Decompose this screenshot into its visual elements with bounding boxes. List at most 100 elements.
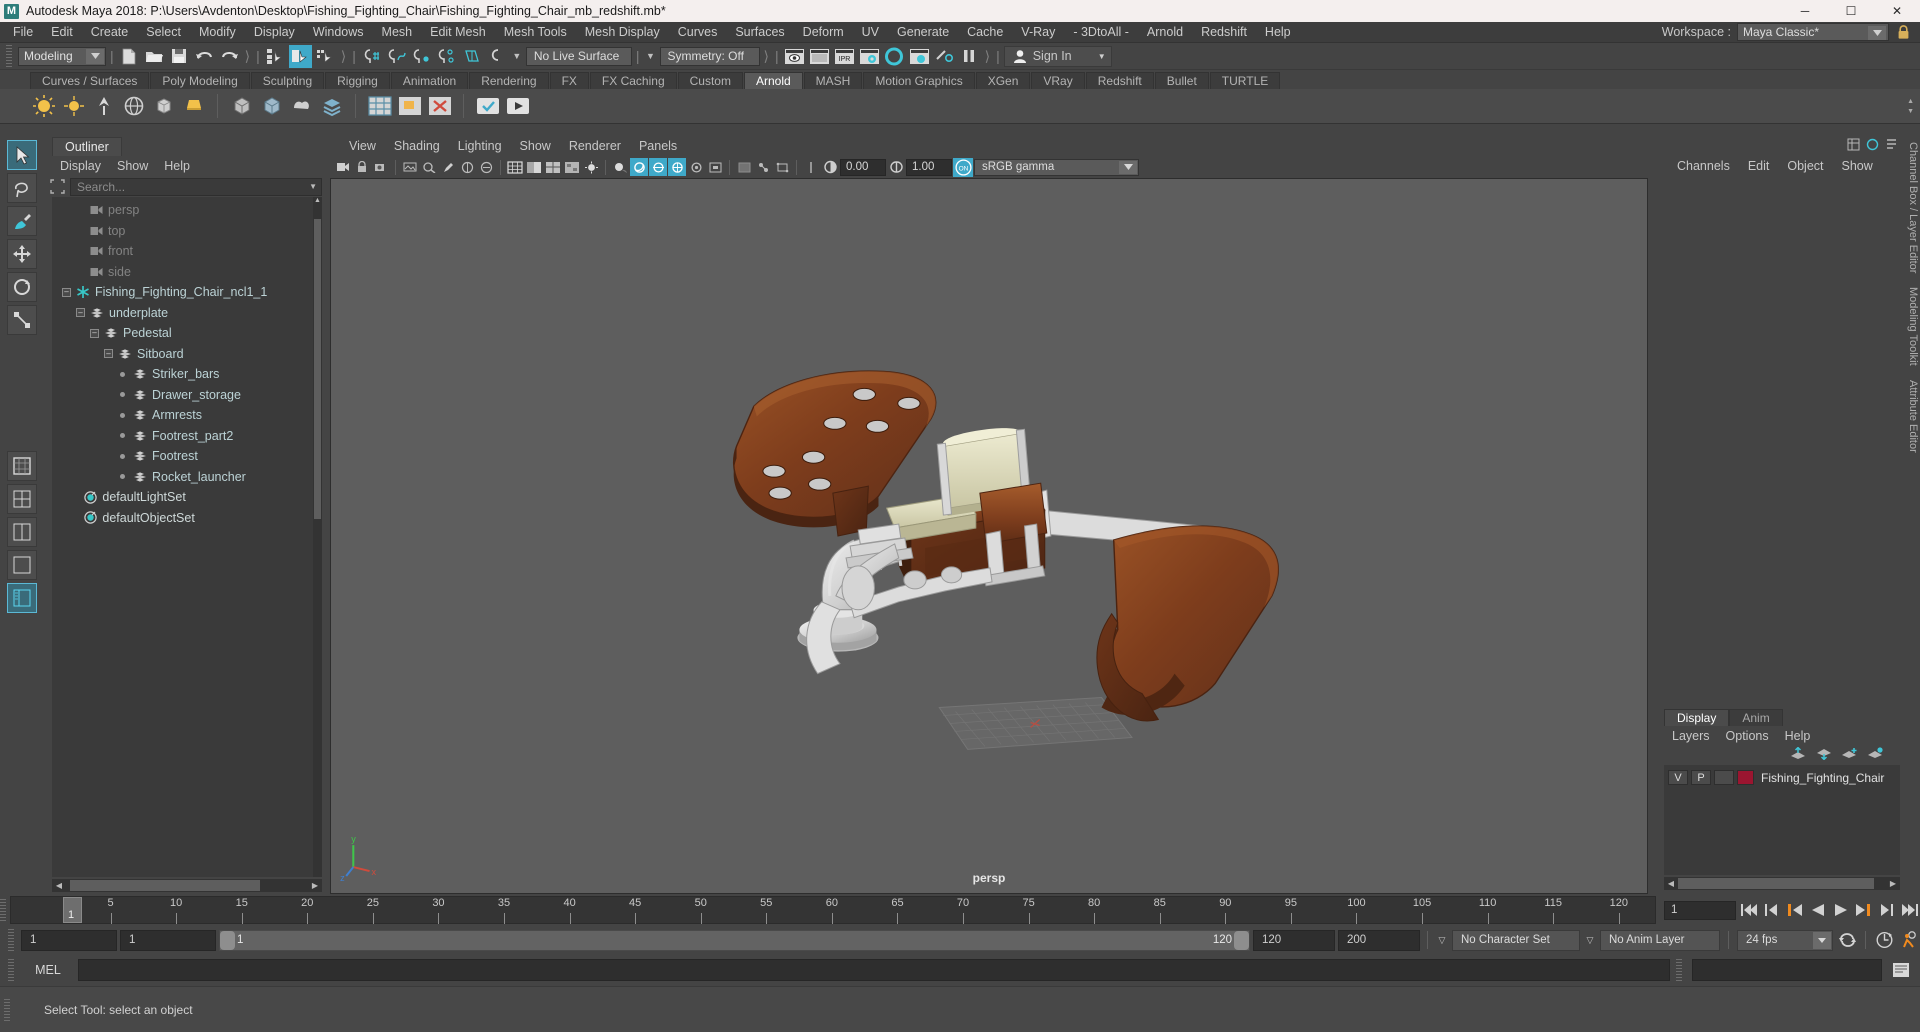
- scroll-right-icon[interactable]: ▶: [1886, 877, 1900, 890]
- scroll-right-icon[interactable]: ▶: [308, 879, 322, 892]
- select-by-object-type-icon[interactable]: [288, 44, 312, 68]
- select-by-hierarchy-icon[interactable]: [264, 45, 287, 68]
- menu-help[interactable]: Help: [1777, 728, 1819, 744]
- isolate-select-icon[interactable]: [706, 158, 724, 176]
- view-cube-button[interactable]: [7, 451, 37, 481]
- four-view-layout-button[interactable]: [7, 484, 37, 514]
- range-start-handle[interactable]: [220, 930, 235, 950]
- scrollbar-thumb[interactable]: [314, 219, 321, 519]
- shelf-tab-mash[interactable]: MASH: [803, 72, 863, 89]
- menu-object[interactable]: Object: [1778, 158, 1832, 174]
- animation-end-time-field[interactable]: 200: [1338, 929, 1420, 951]
- arnold-flush-cache-icon[interactable]: [474, 93, 501, 120]
- menu-edit-mesh[interactable]: Edit Mesh: [421, 23, 495, 41]
- arnold-standin-icon[interactable]: [228, 93, 255, 120]
- outliner-item-fishing-fighting-chair-ncl1-1[interactable]: – Fishing_Fighting_Chair_ncl1_1: [52, 282, 322, 303]
- symmetry-field[interactable]: Symmetry: Off: [659, 46, 760, 66]
- animation-start-time-field[interactable]: 1: [21, 929, 117, 951]
- character-set-field[interactable]: No Character Set: [1452, 929, 1580, 951]
- layer-color-swatch[interactable]: [1737, 770, 1754, 785]
- two-pane-layout-button[interactable]: [7, 517, 37, 547]
- menu-3dtoall[interactable]: - 3DtoAll -: [1064, 23, 1138, 41]
- menu-shading[interactable]: Shading: [385, 138, 449, 154]
- two-d-pan-zoom-icon[interactable]: [420, 158, 438, 176]
- tab-attribute-editor[interactable]: Attribute Editor: [1907, 380, 1919, 453]
- time-slider[interactable]: 1 5 10 15 20 25 30 35 40 45 50 55 60 65 70 75 80 85 90 95 1…: [10, 896, 1656, 924]
- snap-to-grid-icon[interactable]: [360, 45, 383, 68]
- menu-layers[interactable]: Layers: [1664, 728, 1718, 744]
- exposure-adjust-icon[interactable]: [821, 158, 839, 176]
- select-by-component-type-icon[interactable]: [314, 45, 337, 68]
- outliner-item-armrests[interactable]: Armrests: [52, 405, 322, 426]
- shelf-tab-custom[interactable]: Custom: [677, 72, 743, 89]
- new-layer-from-selected-icon[interactable]: [1867, 747, 1884, 763]
- channel-box-content[interactable]: [1664, 178, 1900, 708]
- exposure-field[interactable]: 0.00: [840, 158, 886, 176]
- menu-options[interactable]: Options: [1718, 728, 1777, 744]
- menu-generate[interactable]: Generate: [888, 23, 958, 41]
- command-response-field[interactable]: [1692, 959, 1882, 981]
- exposure-gamma-toggle-icon[interactable]: [802, 158, 820, 176]
- outliner-tree[interactable]: persp top front side – Fishing_Fighting_Chair…: [52, 197, 322, 877]
- menu-edit[interactable]: Edit: [1739, 158, 1779, 174]
- screen-space-ao-icon[interactable]: [630, 158, 648, 176]
- chevron-down-icon[interactable]: ▼: [309, 182, 317, 191]
- step-forward-keyframe-icon[interactable]: [1877, 899, 1897, 921]
- menu-show[interactable]: Show: [109, 158, 156, 174]
- tab-channel-box-layer-editor[interactable]: Channel Box / Layer Editor: [1907, 142, 1919, 273]
- layer-list-horizontal-scrollbar[interactable]: ◀ ▶: [1664, 877, 1900, 890]
- arnold-photometric-light-icon[interactable]: [180, 93, 207, 120]
- menu-mesh[interactable]: Mesh: [373, 23, 422, 41]
- tree-collapse-toggle[interactable]: –: [104, 349, 113, 359]
- shelf-tab-poly-modeling[interactable]: Poly Modeling: [150, 72, 250, 89]
- menu-set-select[interactable]: Modeling: [18, 46, 106, 66]
- arnold-scene-source-icon[interactable]: [318, 93, 345, 120]
- display-layer-row[interactable]: V P Fishing_Fighting_Chair: [1664, 768, 1900, 787]
- open-scene-icon[interactable]: [143, 45, 166, 68]
- grease-pencil-icon[interactable]: [439, 158, 457, 176]
- scrollbar-thumb[interactable]: [70, 880, 260, 891]
- shadows-icon[interactable]: [611, 158, 629, 176]
- move-tool-button[interactable]: [7, 239, 37, 269]
- step-back-frame-icon[interactable]: [1785, 899, 1805, 921]
- outliner-item-footrest-part2[interactable]: Footrest_part2: [52, 426, 322, 447]
- outliner-persp-layout-button[interactable]: [7, 583, 37, 613]
- lock-icon[interactable]: [1894, 23, 1912, 41]
- tree-collapse-toggle[interactable]: –: [76, 308, 85, 318]
- scale-tool-button[interactable]: [7, 305, 37, 335]
- outliner-horizontal-scrollbar[interactable]: ◀ ▶: [52, 879, 322, 892]
- menu-windows[interactable]: Windows: [304, 23, 373, 41]
- outliner-item-drawer-storage[interactable]: Drawer_storage: [52, 385, 322, 406]
- workspace-select[interactable]: Maya Classic*: [1737, 23, 1889, 41]
- gamma-field[interactable]: 1.00: [906, 158, 952, 176]
- attribute-editor-icon[interactable]: [1885, 138, 1898, 154]
- command-output-grip[interactable]: [1676, 959, 1682, 981]
- shelf-tab-arnold[interactable]: Arnold: [743, 72, 803, 89]
- chevron-down-icon[interactable]: ▼: [510, 46, 524, 66]
- arnold-area-light-icon[interactable]: [30, 93, 57, 120]
- render-view-icon[interactable]: [908, 45, 931, 68]
- layer-type-toggle[interactable]: [1714, 770, 1734, 785]
- arnold-directional-light-icon[interactable]: [90, 93, 117, 120]
- tab-outliner[interactable]: Outliner: [52, 137, 122, 156]
- shelf-tab-rendering[interactable]: Rendering: [469, 72, 549, 89]
- arnold-render-region-icon[interactable]: [396, 93, 423, 120]
- menu-display[interactable]: Display: [52, 158, 109, 174]
- menu-view[interactable]: View: [340, 138, 385, 154]
- arnold-point-light-icon[interactable]: [60, 93, 87, 120]
- layer-tab-anim[interactable]: Anim: [1729, 709, 1783, 726]
- snap-to-curve-icon[interactable]: [385, 45, 408, 68]
- shade-with-wireframe-icon[interactable]: [544, 158, 562, 176]
- pause-render-icon[interactable]: [958, 45, 981, 68]
- motion-blur-icon[interactable]: [649, 158, 667, 176]
- layer-tab-display[interactable]: Display: [1664, 709, 1730, 726]
- snap-to-point-icon[interactable]: [410, 45, 433, 68]
- chevron-down-icon[interactable]: [86, 48, 104, 64]
- chevron-down-icon[interactable]: ▼: [1098, 52, 1106, 61]
- scroll-up-icon[interactable]: ▲: [313, 197, 322, 204]
- menu-show[interactable]: Show: [1833, 158, 1882, 174]
- maximize-button[interactable]: ☐: [1828, 0, 1874, 22]
- timeline-grip[interactable]: [0, 899, 6, 921]
- undo-icon[interactable]: [193, 45, 216, 68]
- menu-create[interactable]: Create: [82, 23, 138, 41]
